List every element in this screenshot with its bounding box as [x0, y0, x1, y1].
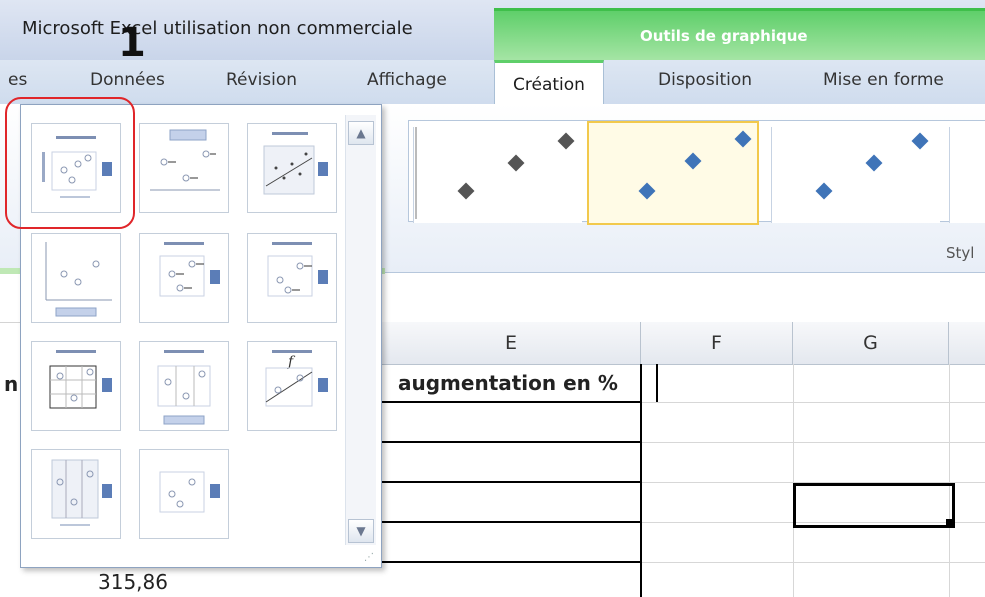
layout-option-10[interactable]	[31, 449, 121, 539]
tab-mise-en-forme[interactable]: Mise en forme	[823, 70, 944, 90]
tab-partial[interactable]: es	[8, 70, 27, 90]
column-header-g[interactable]: G	[793, 322, 949, 365]
column-header-f[interactable]: F	[641, 322, 793, 365]
layout-option-5[interactable]	[139, 233, 229, 323]
chart-style-3[interactable]	[771, 127, 940, 223]
chart-style-2[interactable]	[587, 121, 759, 225]
resize-grip-icon[interactable]: ⋰	[364, 552, 375, 563]
column-header-e[interactable]: E	[382, 322, 641, 365]
title-bar: Microsoft Excel utilisation non commerci…	[0, 0, 985, 63]
dropdown-scrollbar[interactable]: ▲ ▼	[345, 115, 376, 545]
chart-style-1-preview	[415, 127, 575, 219]
table-border	[382, 481, 642, 483]
chart-style-3-preview	[815, 132, 929, 200]
scroll-up-icon[interactable]: ▲	[348, 121, 374, 145]
active-cell-selection[interactable]	[793, 483, 955, 528]
highlight-box	[5, 97, 135, 229]
cell-augmentation-header[interactable]: augmentation en %	[382, 364, 658, 402]
app-title: Microsoft Excel utilisation non commerci…	[22, 18, 413, 39]
tab-revision[interactable]: Révision	[226, 70, 297, 90]
chart-style-1[interactable]	[413, 127, 582, 223]
chart-tools-context-group: Outils de graphique	[494, 8, 985, 63]
layout-option-7[interactable]	[31, 341, 121, 431]
tab-affichage[interactable]: Affichage	[367, 70, 447, 90]
scroll-down-icon[interactable]: ▼	[348, 519, 374, 543]
styles-group-label: Styl	[946, 244, 975, 262]
tab-disposition[interactable]: Disposition	[658, 70, 752, 90]
layout-option-2[interactable]	[139, 123, 229, 213]
layout-option-4[interactable]	[31, 233, 121, 323]
chart-styles-gallery	[408, 120, 985, 225]
layout-option-8[interactable]	[139, 341, 229, 431]
layout-option-9[interactable]: f	[247, 341, 337, 431]
cell-value[interactable]: 315,86	[98, 570, 168, 594]
cell-partial-text[interactable]: n	[4, 372, 18, 396]
context-group-label: Outils de graphique	[640, 27, 808, 45]
table-border	[382, 521, 642, 523]
layout-option-11[interactable]	[139, 449, 229, 539]
tab-creation[interactable]: Création	[494, 60, 604, 107]
column-header-h[interactable]	[949, 322, 985, 365]
tab-donnees[interactable]: Données	[90, 70, 165, 90]
layout-option-3[interactable]	[247, 123, 337, 213]
ribbon-tabs: es Données Révision Affichage Création D…	[0, 60, 985, 107]
table-border	[382, 561, 642, 563]
step-number: 1	[118, 20, 146, 66]
table-border	[382, 441, 642, 443]
layout-option-6[interactable]	[247, 233, 337, 323]
chart-style-4[interactable]	[949, 127, 985, 223]
fill-handle[interactable]	[946, 519, 954, 527]
chart-style-2-preview	[638, 130, 752, 200]
